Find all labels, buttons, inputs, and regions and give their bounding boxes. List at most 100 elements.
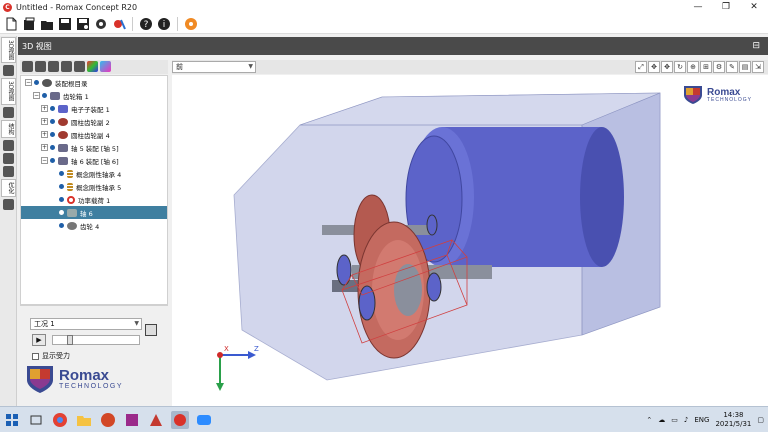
tree-item[interactable]: + 轴 5 装配 [轴 5] xyxy=(21,141,167,154)
side-tab-icon[interactable] xyxy=(3,198,14,210)
close-button[interactable]: ✕ xyxy=(740,0,768,14)
status-dot xyxy=(59,197,64,202)
clock[interactable]: 14:38 2021/5/31 xyxy=(715,411,751,428)
play-button[interactable]: ▶ xyxy=(32,334,46,346)
show-load-checkbox[interactable] xyxy=(32,352,39,360)
expand-icon[interactable]: + xyxy=(41,118,48,125)
animation-slider[interactable] xyxy=(52,335,140,345)
side-tab-icon[interactable] xyxy=(3,106,14,118)
tree-item-label: 齿轮 4 xyxy=(80,222,100,231)
color-wheel-icon[interactable] xyxy=(100,61,111,72)
model-check-icon[interactable] xyxy=(111,16,127,32)
side-tab-optimize[interactable]: 优化 xyxy=(1,178,16,197)
app-icon[interactable] xyxy=(123,411,141,429)
help-icon[interactable]: ? xyxy=(138,16,154,32)
side-tab-3d-view[interactable]: 3D视图 xyxy=(1,37,16,64)
tree-item[interactable]: + 圆柱齿轮副 2 xyxy=(21,115,167,128)
collapse-icon[interactable]: − xyxy=(41,157,48,164)
task-view-icon[interactable] xyxy=(27,411,45,429)
powerpoint-icon[interactable] xyxy=(99,411,117,429)
app-icon[interactable] xyxy=(147,411,165,429)
zoom-window-icon[interactable]: ⊞ xyxy=(700,61,712,73)
axis-x-label: X xyxy=(224,345,229,353)
zoom-icon[interactable] xyxy=(195,411,213,429)
tree-tool-icon[interactable] xyxy=(22,61,33,72)
tree-item[interactable]: − 齿轮箱 1 xyxy=(21,89,167,102)
show-load-checkbox-row[interactable]: 显示受力 xyxy=(32,351,70,361)
view-direction-dropdown[interactable]: 前 ▼ xyxy=(172,61,256,73)
tree-tool-icon[interactable] xyxy=(35,61,46,72)
electric-sub-assembly-icon xyxy=(58,104,68,113)
3d-viewport[interactable]: X Z Romax TECHNOLOGY xyxy=(172,75,768,406)
tree-item[interactable]: 功率载荷 1 xyxy=(21,193,167,206)
save-icon[interactable] xyxy=(145,324,157,336)
tree-item[interactable]: + 电子子装配 1 xyxy=(21,102,167,115)
file-explorer-icon[interactable] xyxy=(75,411,93,429)
volume-icon[interactable]: ♪ xyxy=(684,416,688,424)
svg-text:i: i xyxy=(163,20,166,30)
gear-pair-icon xyxy=(58,130,68,139)
side-tab-strip: 3D视图 3D视图 结构 优化 xyxy=(0,36,17,406)
zoom-icon[interactable]: ⊕ xyxy=(687,61,699,73)
move-icon[interactable]: ✥ xyxy=(648,61,660,73)
info-icon[interactable]: i xyxy=(156,16,172,32)
expand-icon[interactable]: + xyxy=(41,144,48,151)
gearbox-icon[interactable] xyxy=(93,16,109,32)
new-project-icon[interactable] xyxy=(21,16,37,32)
zoom-fit-icon[interactable]: ⤢ xyxy=(635,61,647,73)
tree-item[interactable]: + 圆柱齿轮副 4 xyxy=(21,128,167,141)
side-tab-icon[interactable] xyxy=(3,139,14,151)
expand-icon[interactable]: + xyxy=(41,105,48,112)
cloud-icon[interactable]: ☁ xyxy=(658,416,665,424)
tree-item-label: 轴 6 装配 [轴 6] xyxy=(71,157,119,166)
print-icon[interactable]: ▤ xyxy=(739,61,751,73)
side-tab-icon[interactable] xyxy=(3,165,14,177)
pin-icon[interactable]: ⊟ xyxy=(752,41,760,51)
rotate-icon[interactable]: ↻ xyxy=(674,61,686,73)
save-as-icon[interactable] xyxy=(75,16,91,32)
new-file-icon[interactable] xyxy=(3,16,19,32)
save-icon[interactable] xyxy=(57,16,73,32)
tree-tool-icon[interactable] xyxy=(61,61,72,72)
tree-item-label: 概念刚性轴承 4 xyxy=(76,170,122,179)
tree-item-label: 装配根目录 xyxy=(55,79,88,88)
tree-item[interactable]: 概念刚性轴承 4 xyxy=(21,167,167,180)
network-icon[interactable]: ▭ xyxy=(671,416,678,424)
view-settings-icon[interactable]: ⚙ xyxy=(713,61,725,73)
side-tab-icon[interactable] xyxy=(3,152,14,164)
tree-item[interactable]: 齿轮 4 xyxy=(21,219,167,232)
expand-icon[interactable]: + xyxy=(41,131,48,138)
toolbar-separator xyxy=(177,16,178,31)
collapse-icon[interactable]: − xyxy=(33,92,40,99)
open-folder-icon[interactable] xyxy=(39,16,55,32)
export-icon[interactable]: ⇲ xyxy=(752,61,764,73)
color-wheel-icon[interactable] xyxy=(87,61,98,72)
pan-icon[interactable]: ✥ xyxy=(661,61,673,73)
tree-item[interactable]: 概念刚性轴承 5 xyxy=(21,180,167,193)
view-panel-title: 3D 视图 xyxy=(22,41,52,51)
tree-item[interactable]: − 装配根目录 xyxy=(21,76,167,89)
tree-item-selected[interactable]: 轴 6 xyxy=(21,206,167,219)
language-indicator[interactable]: ENG xyxy=(694,416,709,424)
settings-gear-icon[interactable] xyxy=(183,16,199,32)
tree-tool-icon[interactable] xyxy=(48,61,59,72)
side-tab-icon[interactable] xyxy=(3,65,14,77)
notification-icon[interactable]: ▢ xyxy=(757,416,764,424)
windows-start-icon[interactable] xyxy=(3,411,21,429)
gearbox-3d-model[interactable]: X Z xyxy=(172,75,768,406)
maximize-button[interactable]: ❐ xyxy=(712,0,740,14)
chevron-down-icon: ▼ xyxy=(134,320,139,327)
brand-sub: TECHNOLOGY xyxy=(59,383,124,390)
load-case-dropdown[interactable]: 工况 1 ▼ xyxy=(30,318,142,330)
chrome-icon[interactable] xyxy=(51,411,69,429)
tool-icon[interactable]: ✎ xyxy=(726,61,738,73)
tree-tool-icon[interactable] xyxy=(74,61,85,72)
collapse-icon[interactable]: − xyxy=(25,79,32,86)
tree-item[interactable]: − 轴 6 装配 [轴 6] xyxy=(21,154,167,167)
tray-arrow-icon[interactable]: ⌃ xyxy=(646,416,652,424)
minimize-button[interactable]: — xyxy=(684,0,712,14)
slider-thumb[interactable] xyxy=(67,335,73,345)
side-tab-structure[interactable]: 结构 xyxy=(1,119,16,138)
side-tab-3d-view-2[interactable]: 3D视图 xyxy=(1,78,16,105)
romax-icon[interactable] xyxy=(171,410,189,429)
